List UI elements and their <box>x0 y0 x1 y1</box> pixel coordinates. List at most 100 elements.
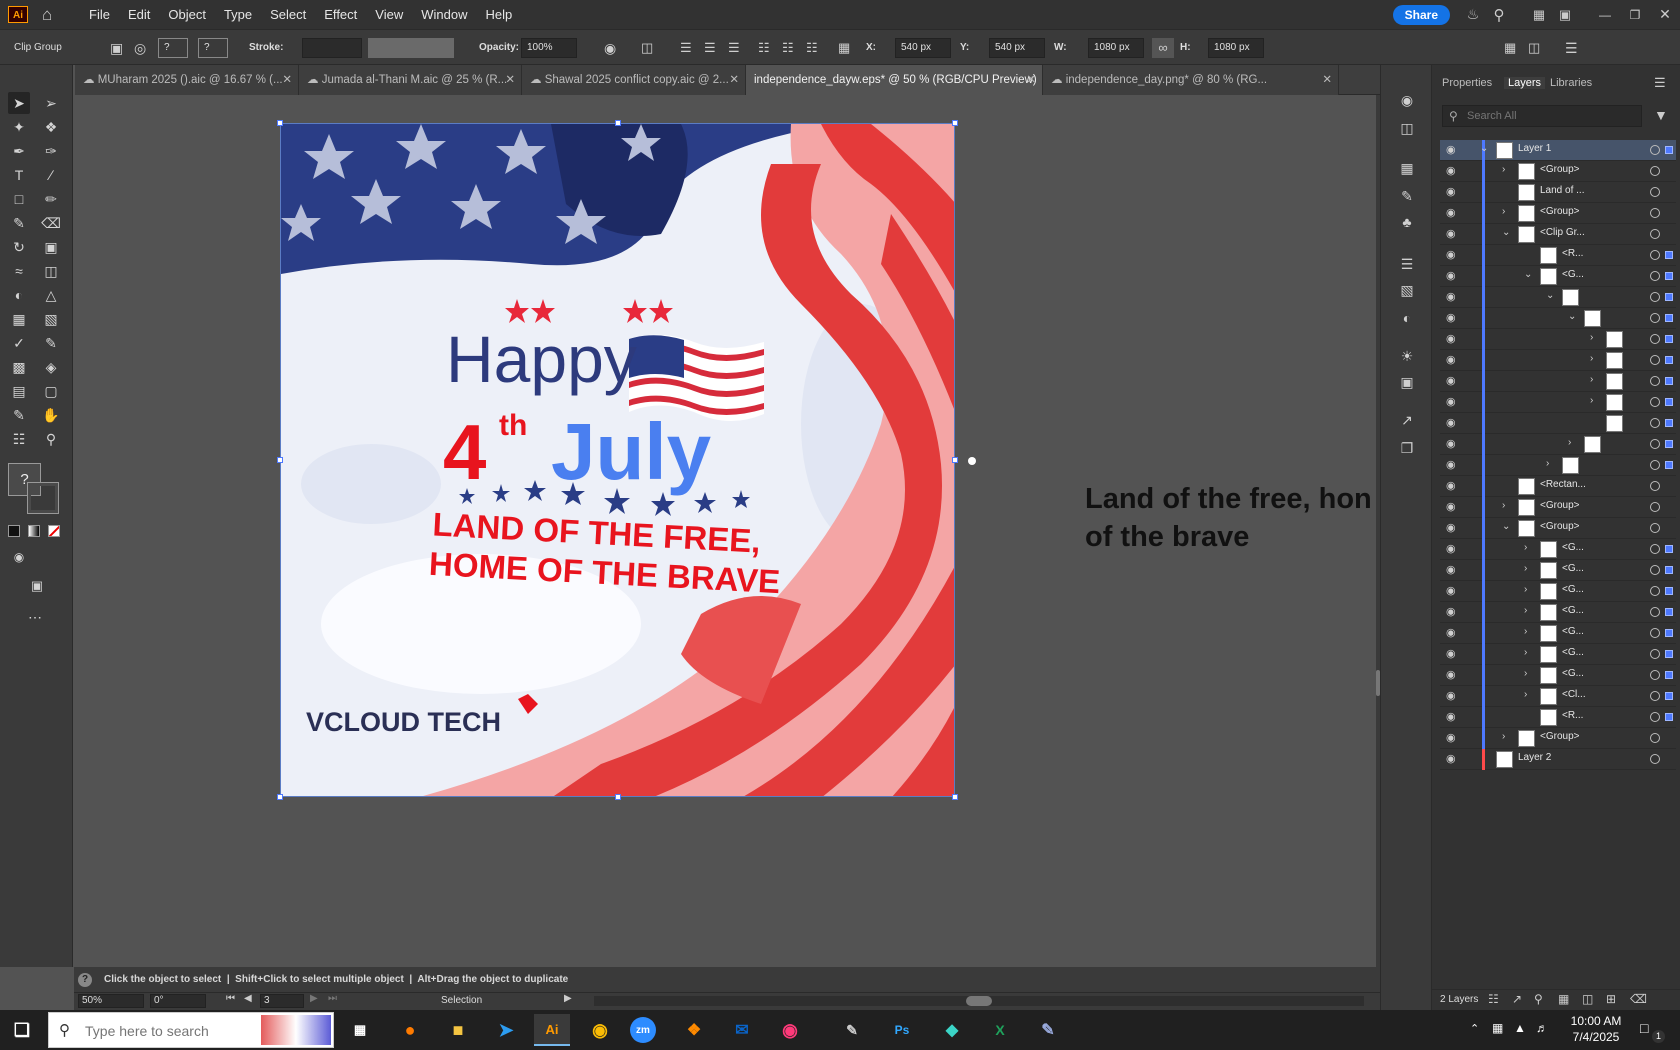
layer-row[interactable]: ◉ ⌄ Layer 1 <box>1440 140 1676 161</box>
layer-row[interactable]: ◉ › <G... <box>1440 560 1676 581</box>
visibility-eye-icon[interactable]: ◉ <box>1446 500 1456 513</box>
gradient-mode-button[interactable] <box>28 525 40 537</box>
menu-item-type[interactable]: Type <box>215 0 261 29</box>
tab-close-icon[interactable]: ✕ <box>729 65 739 95</box>
chevron-right-icon[interactable]: › <box>1502 731 1505 742</box>
chevron-right-icon[interactable]: › <box>1502 206 1505 217</box>
pen-tool-icon[interactable]: ✒ <box>8 140 30 162</box>
align-bottom-icon[interactable]: ☷ <box>806 30 818 66</box>
locate-object-icon[interactable]: ⚲ <box>1534 992 1543 1006</box>
layer-row[interactable]: ◉ › <G... <box>1440 644 1676 665</box>
layer-row[interactable]: ◉ › <box>1440 434 1676 455</box>
distribute-icon[interactable]: ◫ <box>1528 30 1540 66</box>
gradient-panel-icon[interactable]: ▧ <box>1395 279 1419 301</box>
stroke-panel-icon[interactable]: ☰ <box>1395 253 1419 275</box>
tab-close-icon[interactable]: ✕ <box>282 65 292 95</box>
visibility-eye-icon[interactable]: ◉ <box>1446 290 1456 303</box>
layer-row[interactable]: ◉ › <box>1440 371 1676 392</box>
menu-item-select[interactable]: Select <box>261 0 315 29</box>
chevron-right-icon[interactable]: › <box>1524 668 1527 679</box>
rotate-handle[interactable] <box>968 457 976 465</box>
visibility-eye-icon[interactable]: ◉ <box>1446 731 1456 744</box>
color-guide-icon[interactable]: ◉ <box>1395 89 1419 111</box>
collect-export-icon[interactable]: ☷ <box>1488 992 1499 1006</box>
clock-time[interactable]: 10:00 AM <box>1566 1014 1626 1028</box>
target-circle-icon[interactable] <box>1650 481 1660 491</box>
selection-handle[interactable] <box>952 457 958 463</box>
visibility-eye-icon[interactable]: ◉ <box>1446 647 1456 660</box>
target-circle-icon[interactable] <box>1650 523 1660 533</box>
target-circle-icon[interactable] <box>1650 208 1660 218</box>
links-icon[interactable]: ❐ <box>1395 437 1419 459</box>
export-icon[interactable]: ↗ <box>1395 409 1419 431</box>
visibility-eye-icon[interactable]: ◉ <box>1446 479 1456 492</box>
prev-artboard-icon[interactable]: ◀ <box>244 993 252 1004</box>
selection-handle[interactable] <box>952 794 958 800</box>
chevron-right-icon[interactable]: › <box>1524 647 1527 658</box>
graphic-styles-icon[interactable]: ▣ <box>1395 371 1419 393</box>
target-circle-icon[interactable] <box>1650 271 1660 281</box>
target-circle-icon[interactable] <box>1650 544 1660 554</box>
chevron-right-icon[interactable]: › <box>1590 374 1593 385</box>
recolor-icon[interactable]: ◎ <box>134 30 146 66</box>
fill-swatch[interactable]: ? <box>158 38 188 58</box>
align-center-icon[interactable]: ☰ <box>704 30 716 66</box>
selection-tool-icon[interactable]: ➤ <box>8 92 30 114</box>
notepad-icon[interactable]: ✎ <box>1030 1014 1066 1046</box>
visibility-eye-icon[interactable]: ◉ <box>1446 437 1456 450</box>
creative-cloud-icon[interactable]: ◉ <box>772 1014 808 1046</box>
visibility-eye-icon[interactable]: ◉ <box>1446 521 1456 534</box>
y-field[interactable]: 540 px <box>989 38 1045 58</box>
layer-row[interactable]: ◉ › <box>1440 329 1676 350</box>
perspective-grid-tool-icon[interactable]: △ <box>40 284 62 306</box>
tab-close-icon[interactable]: ✕ <box>1026 65 1036 95</box>
visibility-eye-icon[interactable]: ◉ <box>1446 311 1456 324</box>
align-right-icon[interactable]: ☰ <box>728 30 740 66</box>
symbols-icon[interactable]: ♣ <box>1395 211 1419 233</box>
menu-item-object[interactable]: Object <box>159 0 215 29</box>
line-tool-icon[interactable]: ∕ <box>40 164 62 186</box>
layer-row[interactable]: ◉ Layer 2 <box>1440 749 1676 770</box>
rotate-field[interactable]: 0° <box>150 994 206 1008</box>
start-button[interactable]: ❏ <box>4 1014 40 1046</box>
photoshop-icon[interactable]: Ps <box>884 1014 920 1046</box>
visibility-eye-icon[interactable]: ◉ <box>1446 563 1456 576</box>
visibility-eye-icon[interactable]: ◉ <box>1446 332 1456 345</box>
eraser-tool-icon[interactable]: ⌫ <box>40 212 62 234</box>
target-circle-icon[interactable] <box>1650 754 1660 764</box>
chevron-right-icon[interactable]: › <box>1524 563 1527 574</box>
visibility-eye-icon[interactable]: ◉ <box>1446 164 1456 177</box>
layer-row[interactable]: ◉ › <box>1440 350 1676 371</box>
chevron-down-icon[interactable]: ⌄ <box>1546 290 1554 301</box>
chevron-right-icon[interactable]: › <box>1546 458 1549 469</box>
target-circle-icon[interactable] <box>1650 229 1660 239</box>
visibility-eye-icon[interactable]: ◉ <box>1446 143 1456 156</box>
volume-icon[interactable]: ♬ <box>1536 1021 1548 1035</box>
notification-icon[interactable]: □ <box>1640 1020 1648 1036</box>
chevron-right-icon[interactable]: › <box>1502 164 1505 175</box>
layer-row[interactable]: ◉ › <G... <box>1440 539 1676 560</box>
illustrator-taskbar-icon[interactable]: Ai <box>534 1014 570 1046</box>
menu-item-view[interactable]: View <box>366 0 412 29</box>
chevron-right-icon[interactable]: › <box>1524 584 1527 595</box>
filter-icon[interactable]: ▼ <box>1654 107 1668 123</box>
chevron-down-icon[interactable]: ⌄ <box>1524 269 1532 280</box>
chevron-right-icon[interactable]: › <box>1524 605 1527 616</box>
document-tab[interactable]: ☁ Jumada al-Thani M.aic @ 25 % (R... ✕ <box>299 65 522 95</box>
visibility-eye-icon[interactable]: ◉ <box>1446 395 1456 408</box>
reference-point-icon[interactable]: ▦ <box>838 30 850 66</box>
mesh-tool-icon[interactable]: ▦ <box>8 308 30 330</box>
file-explorer-icon[interactable]: ■ <box>440 1014 476 1046</box>
visibility-eye-icon[interactable]: ◉ <box>1446 269 1456 282</box>
curvature-tool-icon[interactable]: ✑ <box>40 140 62 162</box>
shape-builder-tool-icon[interactable]: ◐ <box>8 284 30 306</box>
target-circle-icon[interactable] <box>1650 691 1660 701</box>
layer-row[interactable]: ◉ ⌄ <G... <box>1440 266 1676 287</box>
target-circle-icon[interactable] <box>1650 166 1660 176</box>
chevron-right-icon[interactable]: › <box>1524 542 1527 553</box>
artboard-number-field[interactable]: 3 <box>260 994 304 1008</box>
make-clipping-mask-icon[interactable]: ▦ <box>1558 992 1569 1006</box>
layer-row[interactable]: ◉ › <Group> <box>1440 497 1676 518</box>
layer-row[interactable]: ◉ › <box>1440 392 1676 413</box>
layer-row[interactable]: ◉ › <Group> <box>1440 161 1676 182</box>
